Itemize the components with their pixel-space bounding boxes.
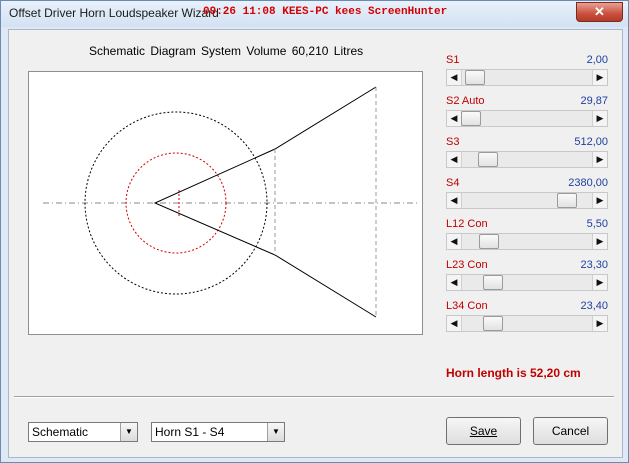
slider-scrollbar[interactable]: ◀ ▶ <box>446 315 608 332</box>
left-arrow-icon[interactable]: ◀ <box>447 111 462 126</box>
slider-label: L12 Con <box>446 218 488 230</box>
slider-label: S2 Auto <box>446 95 485 107</box>
title-bar: Offset Driver Horn Loudspeaker Wizard 09… <box>1 1 628 27</box>
slider-group: S3 512,00 ◀ ▶ <box>446 136 608 176</box>
screenshot-overlay-text: 09:26 11:08 KEES-PC kees ScreenHunter <box>203 6 448 18</box>
slider-scrollbar[interactable]: ◀ ▶ <box>446 110 608 127</box>
left-arrow-icon[interactable]: ◀ <box>447 152 462 167</box>
horn-select-value: Horn S1 - S4 <box>155 425 225 439</box>
left-arrow-icon[interactable]: ◀ <box>447 193 462 208</box>
slider-value: 23,40 <box>580 300 608 312</box>
close-button[interactable]: ✕ <box>576 2 623 22</box>
slider-group: S4 2380,00 ◀ ▶ <box>446 177 608 217</box>
left-arrow-icon[interactable]: ◀ <box>447 70 462 85</box>
horn-select[interactable]: Horn S1 - S4 ▼ <box>151 422 285 442</box>
slider-thumb[interactable] <box>465 70 485 85</box>
slider-thumb[interactable] <box>461 111 481 126</box>
slider-thumb[interactable] <box>479 234 499 249</box>
right-arrow-icon[interactable]: ▶ <box>592 275 607 290</box>
slider-thumb[interactable] <box>483 275 503 290</box>
slider-scrollbar[interactable]: ◀ ▶ <box>446 274 608 291</box>
slider-group: L34 Con 23,40 ◀ ▶ <box>446 300 608 340</box>
window-title: Offset Driver Horn Loudspeaker Wizard <box>9 6 219 20</box>
slider-thumb[interactable] <box>483 316 503 331</box>
slider-value: 512,00 <box>574 136 608 148</box>
slider-label: L23 Con <box>446 259 488 271</box>
cancel-button[interactable]: Cancel <box>533 417 608 445</box>
chevron-down-icon[interactable]: ▼ <box>267 423 284 441</box>
separator-line <box>14 396 614 398</box>
left-arrow-icon[interactable]: ◀ <box>447 316 462 331</box>
horn-profile <box>153 86 377 318</box>
view-select-value: Schematic <box>32 425 89 439</box>
schematic-canvas <box>28 71 423 335</box>
slider-group: L23 Con 23,30 ◀ ▶ <box>446 259 608 299</box>
slider-value: 5,50 <box>586 218 608 230</box>
slider-thumb[interactable] <box>557 193 577 208</box>
slider-value: 2380,00 <box>568 177 608 189</box>
slider-group: S2 Auto 29,87 ◀ ▶ <box>446 95 608 135</box>
slider-scrollbar[interactable]: ◀ ▶ <box>446 233 608 250</box>
slider-value: 2,00 <box>586 54 608 66</box>
chevron-down-icon[interactable]: ▼ <box>120 423 137 441</box>
slider-scrollbar[interactable]: ◀ ▶ <box>446 192 608 209</box>
slider-value: 23,30 <box>580 259 608 271</box>
save-button-label: Save <box>469 424 498 438</box>
slider-scrollbar[interactable]: ◀ ▶ <box>446 151 608 168</box>
left-arrow-icon[interactable]: ◀ <box>447 275 462 290</box>
horn-schematic <box>43 86 417 318</box>
slider-label: L34 Con <box>446 300 488 312</box>
slider-label: S1 <box>446 54 460 66</box>
slider-value: 29,87 <box>580 95 608 107</box>
slider-group: S1 2,00 ◀ ▶ <box>446 54 608 94</box>
wizard-window: Offset Driver Horn Loudspeaker Wizard 09… <box>0 0 629 463</box>
right-arrow-icon[interactable]: ▶ <box>592 193 607 208</box>
slider-group: L12 Con 5,50 ◀ ▶ <box>446 218 608 258</box>
slider-thumb[interactable] <box>478 152 498 167</box>
left-arrow-icon[interactable]: ◀ <box>447 234 462 249</box>
slider-label: S3 <box>446 136 460 148</box>
slider-label: S4 <box>446 177 460 189</box>
slider-scrollbar[interactable]: ◀ ▶ <box>446 69 608 86</box>
right-arrow-icon[interactable]: ▶ <box>592 316 607 331</box>
dialog-body: Schematic Diagram System Volume 60,210 L… <box>8 29 623 458</box>
right-arrow-icon[interactable]: ▶ <box>592 234 607 249</box>
right-arrow-icon[interactable]: ▶ <box>592 70 607 85</box>
right-arrow-icon[interactable]: ▶ <box>592 152 607 167</box>
horn-length-text: Horn length is 52,20 cm <box>446 366 581 380</box>
save-button[interactable]: Save <box>446 417 521 445</box>
right-arrow-icon[interactable]: ▶ <box>592 111 607 126</box>
diagram-title: Schematic Diagram System Volume 60,210 L… <box>89 44 364 58</box>
view-select[interactable]: Schematic ▼ <box>28 422 138 442</box>
